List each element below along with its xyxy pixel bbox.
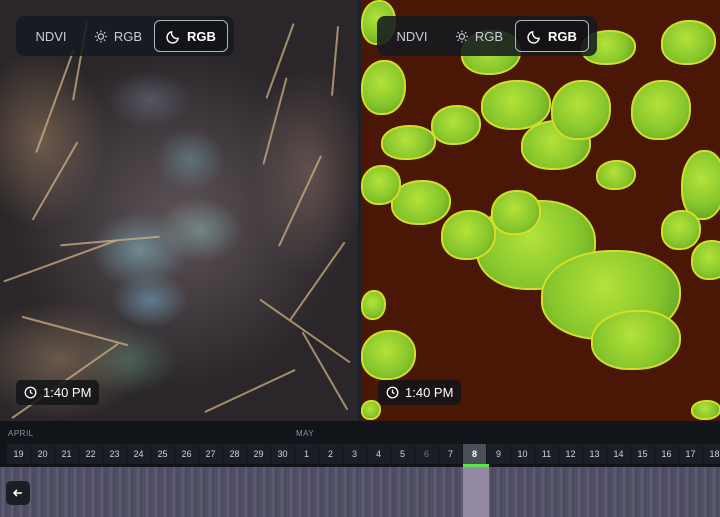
day-cell[interactable]: 24: [127, 444, 151, 464]
clock-icon: [24, 386, 37, 399]
month-label-may: MAY: [296, 429, 315, 438]
day-cell[interactable]: 15: [631, 444, 655, 464]
left-mode-rgb-night-button[interactable]: RGB: [154, 20, 228, 52]
moon-icon: [527, 30, 541, 44]
day-cell[interactable]: 27: [199, 444, 223, 464]
day-cell[interactable]: 11: [535, 444, 559, 464]
left-mode-ndvi-button[interactable]: NDVI: [20, 20, 82, 52]
selected-thumbnail[interactable]: [463, 467, 489, 517]
day-cell[interactable]: 29: [247, 444, 271, 464]
day-cell[interactable]: 20: [31, 444, 55, 464]
day-cell[interactable]: 12: [559, 444, 583, 464]
day-cell[interactable]: 9: [487, 444, 511, 464]
day-cell[interactable]: 26: [175, 444, 199, 464]
day-cell[interactable]: 30: [271, 444, 295, 464]
thumbnail-strip[interactable]: [0, 467, 720, 517]
sun-icon: [455, 29, 468, 43]
day-cell[interactable]: 18: [703, 444, 720, 464]
sun-icon: [94, 29, 107, 43]
day-cell[interactable]: 22: [79, 444, 103, 464]
day-cell[interactable]: 13: [583, 444, 607, 464]
right-timestamp: 1:40 PM: [378, 380, 462, 405]
ndvi-false-color-image: [361, 0, 720, 421]
night-rgb-photo: [0, 0, 358, 421]
clock-icon: [386, 386, 399, 399]
left-timestamp: 1:40 PM: [16, 380, 100, 405]
day-cell[interactable]: 25: [151, 444, 175, 464]
left-mode-rgb-day-button[interactable]: RGB: [84, 20, 152, 52]
day-list: 19 20 21 22 23 24 25 26 27 28 29 30 1 2 3 4 5 6 7 8 9 10 11 12 1…: [7, 444, 720, 464]
selected-day-indicator: [463, 464, 489, 467]
day-cell[interactable]: 8: [463, 444, 487, 464]
right-mode-ndvi-button[interactable]: NDVI: [381, 20, 443, 52]
date-timeline: APRIL MAY 19 20 21 22 23 24 25 26 27 28 29 30 1 2 3 4 5 6…: [0, 421, 720, 517]
day-cell[interactable]: 17: [679, 444, 703, 464]
month-label-april: APRIL: [8, 429, 34, 438]
arrow-left-icon: [12, 489, 22, 497]
back-button[interactable]: [6, 481, 30, 505]
day-cell[interactable]: 16: [655, 444, 679, 464]
right-image-panel: NDVI RGB RGB 1:40 PM: [361, 0, 720, 421]
day-cell[interactable]: 21: [55, 444, 79, 464]
day-cell[interactable]: 2: [319, 444, 343, 464]
day-cell[interactable]: 19: [7, 444, 31, 464]
left-mode-toggle: NDVI RGB RGB: [16, 16, 234, 56]
left-image-panel: NDVI RGB RGB 1:40 PM: [0, 0, 358, 421]
day-cell[interactable]: 5: [391, 444, 415, 464]
day-cell[interactable]: 3: [343, 444, 367, 464]
day-cell[interactable]: 6: [415, 444, 439, 464]
moon-icon: [166, 30, 180, 44]
right-mode-rgb-day-button[interactable]: RGB: [445, 20, 513, 52]
day-cell[interactable]: 28: [223, 444, 247, 464]
day-cell[interactable]: 10: [511, 444, 535, 464]
day-cell[interactable]: 23: [103, 444, 127, 464]
right-mode-toggle: NDVI RGB RGB: [377, 16, 597, 56]
day-cell[interactable]: 14: [607, 444, 631, 464]
right-mode-rgb-night-button[interactable]: RGB: [515, 20, 589, 52]
day-cell[interactable]: 1: [295, 444, 319, 464]
day-cell[interactable]: 4: [367, 444, 391, 464]
day-cell[interactable]: 7: [439, 444, 463, 464]
